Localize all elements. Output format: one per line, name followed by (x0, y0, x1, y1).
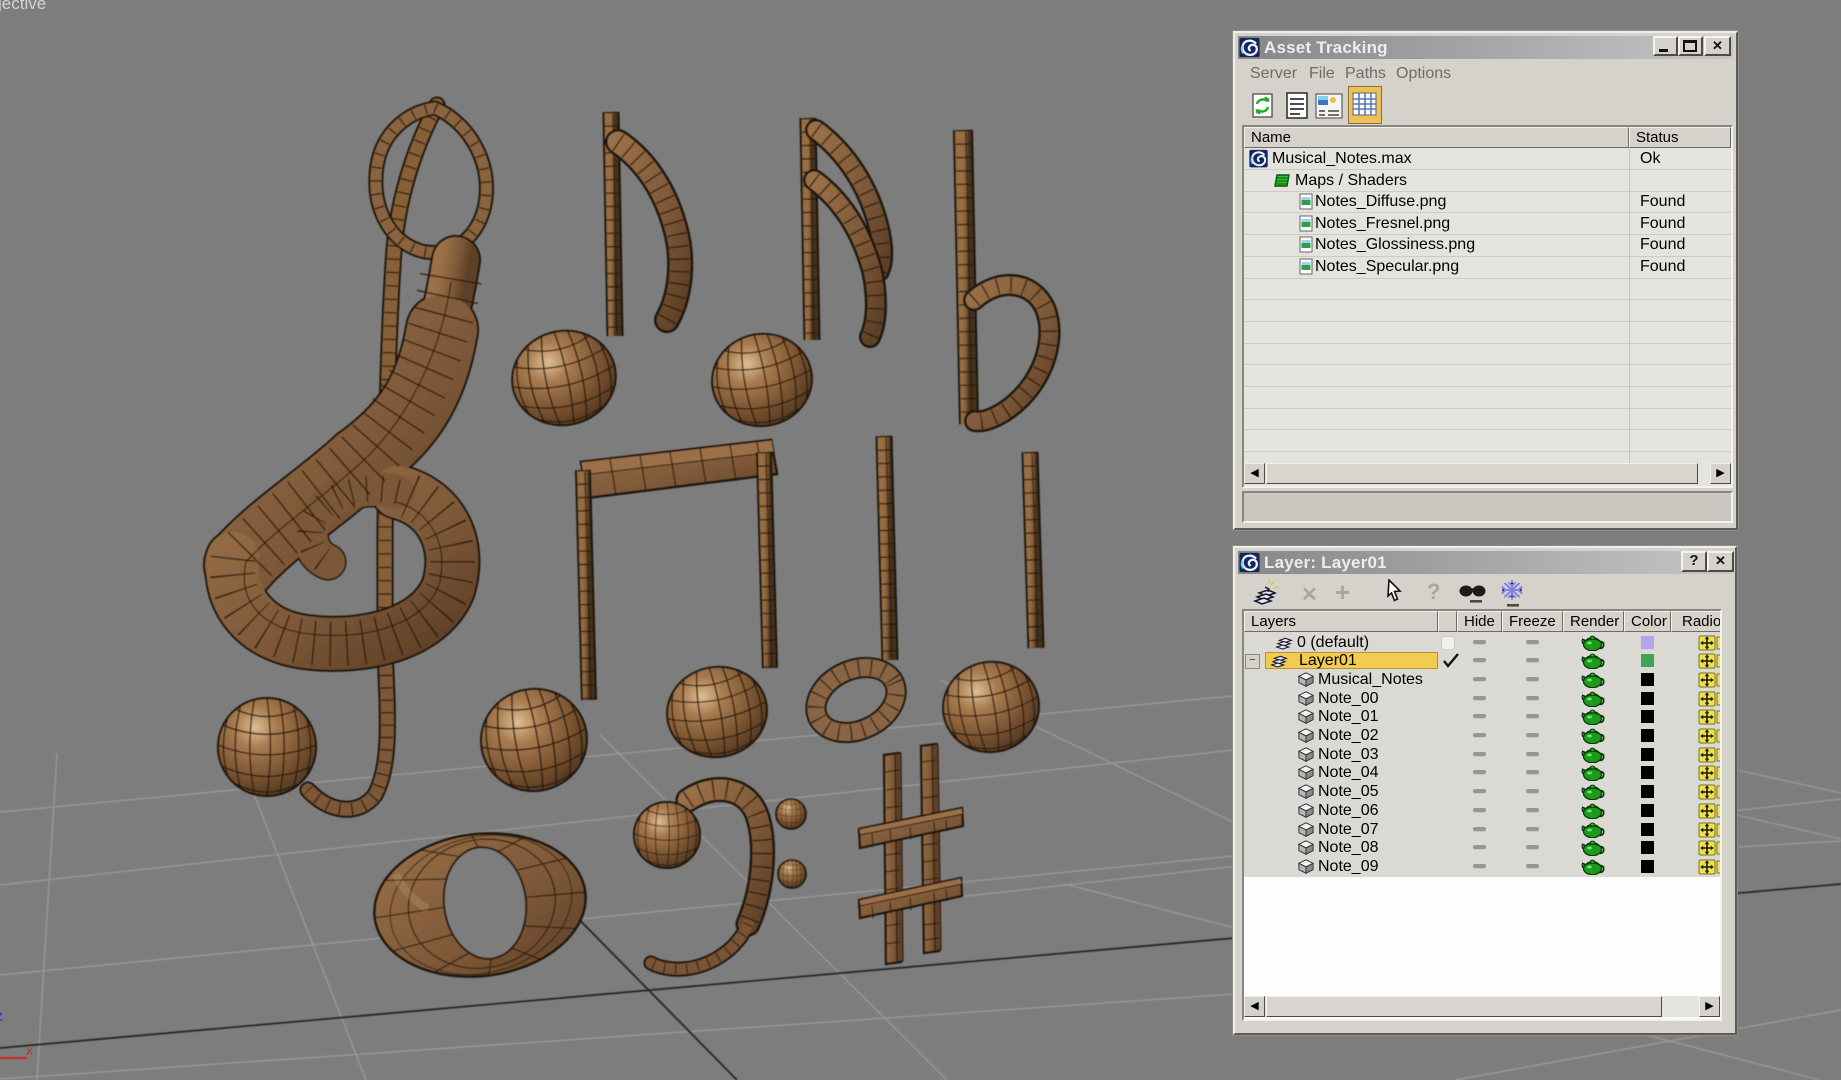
svg-text:jective: jective (0, 0, 46, 13)
svg-text:x: x (26, 1042, 33, 1058)
svg-text:z: z (0, 1008, 3, 1025)
